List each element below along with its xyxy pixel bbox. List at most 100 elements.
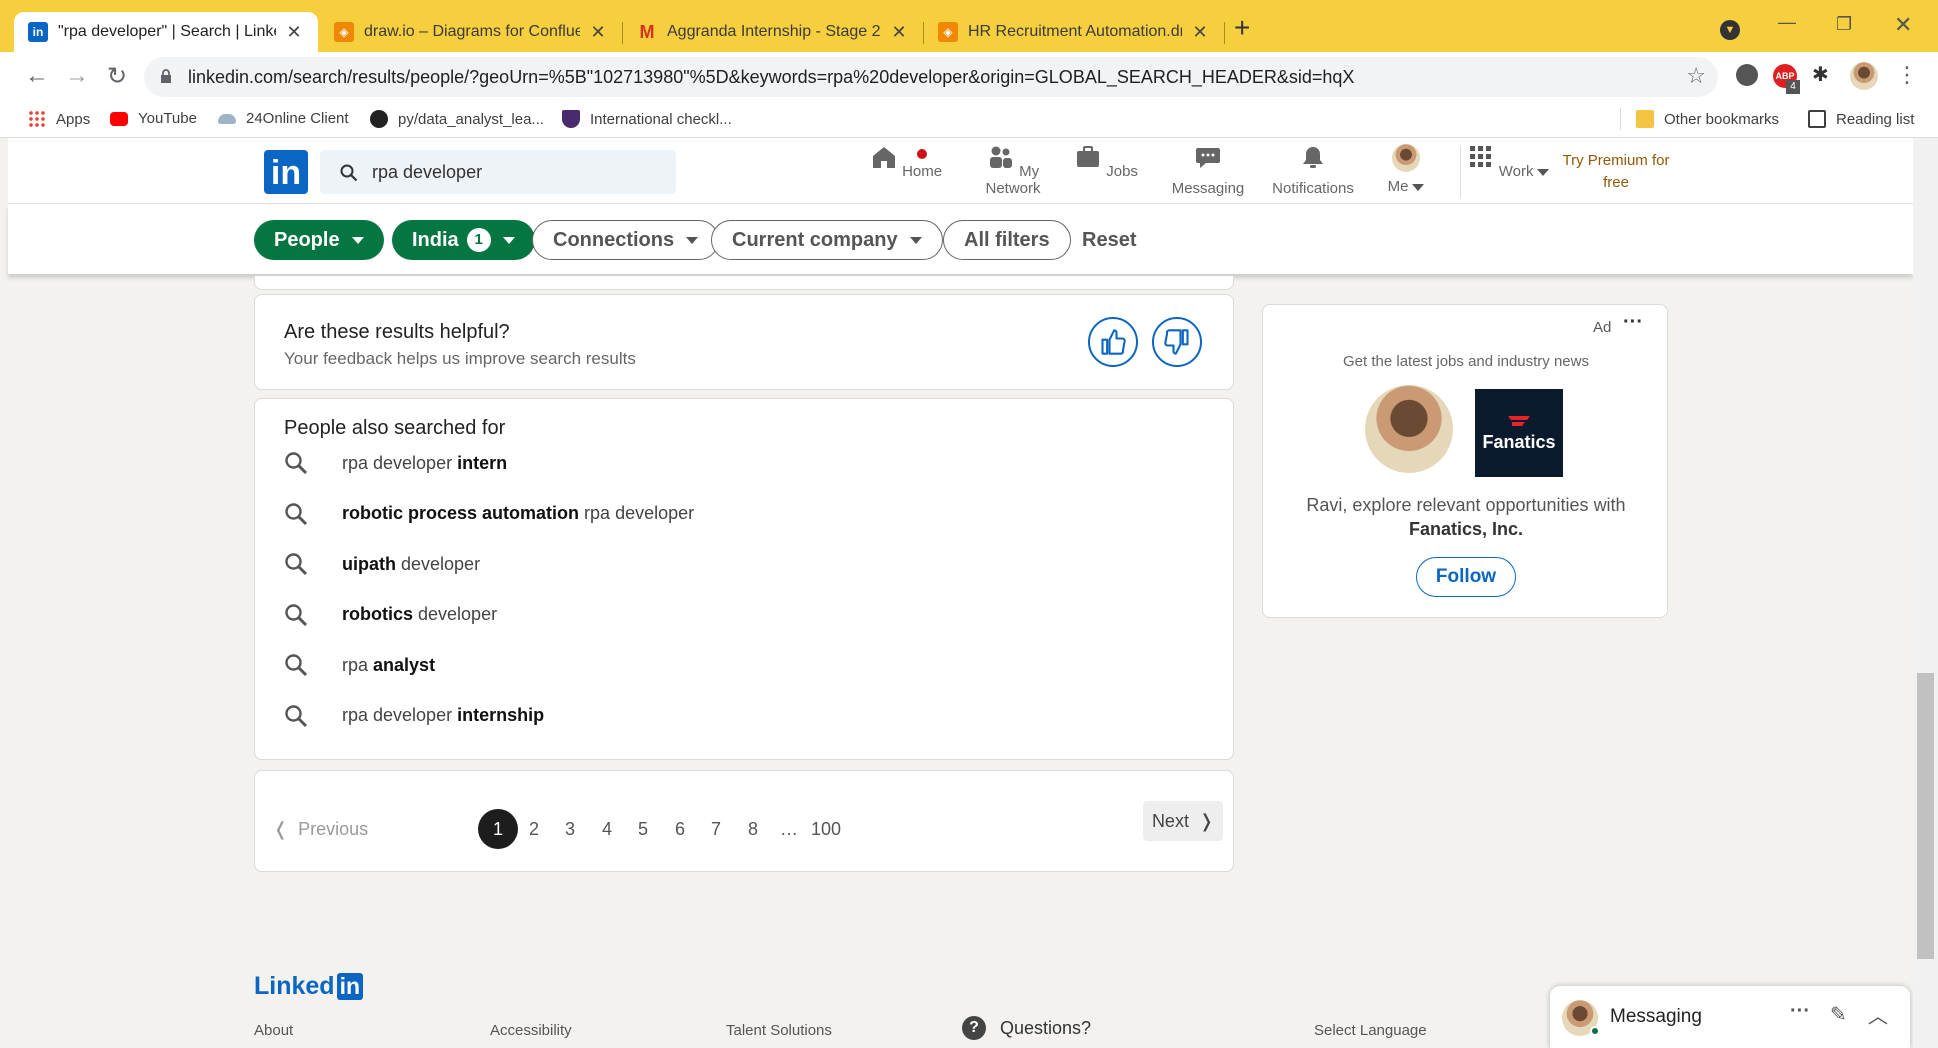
search-filters-bar: People India 1 Connections Current compan… bbox=[8, 204, 1913, 274]
restore-icon[interactable]: ❐ bbox=[1836, 14, 1852, 35]
bookmark-star-icon[interactable]: ☆ bbox=[1686, 63, 1706, 89]
address-bar[interactable]: linkedin.com/search/results/people/?geoU… bbox=[144, 57, 1718, 97]
messaging-overlay[interactable]: Messaging ··· ✎ ︿ bbox=[1550, 986, 1910, 1048]
footer-link-talent-solutions[interactable]: Talent Solutions bbox=[726, 1022, 832, 1039]
results-card-edge bbox=[254, 276, 1234, 290]
suggestion-item[interactable]: robotics developer bbox=[284, 603, 497, 627]
extensions-puzzle-icon[interactable]: ✱ bbox=[1812, 62, 1829, 87]
next-button[interactable]: Next ❭ bbox=[1143, 801, 1223, 841]
back-icon[interactable]: ← bbox=[22, 62, 52, 90]
drawio-icon: ◈ bbox=[334, 22, 354, 42]
bookmark-github[interactable]: py/data_analyst_lea... bbox=[370, 110, 544, 128]
new-tab-icon[interactable]: + bbox=[1234, 12, 1250, 44]
fanatics-flag-icon bbox=[1508, 415, 1530, 426]
lock-icon bbox=[161, 69, 171, 83]
close-window-icon[interactable]: ✕ bbox=[1894, 12, 1912, 38]
all-filters-button[interactable]: All filters bbox=[943, 220, 1071, 260]
filter-current-company[interactable]: Current company bbox=[711, 220, 943, 260]
filter-people[interactable]: People bbox=[254, 220, 384, 260]
youtube-icon bbox=[110, 111, 128, 126]
footer-linkedin-logo[interactable]: Linked in bbox=[254, 972, 364, 1001]
folder-icon bbox=[1636, 110, 1654, 128]
nav-my-network[interactable]: My Network bbox=[958, 144, 1068, 197]
page-number[interactable]: 3 bbox=[550, 809, 590, 849]
page-number[interactable]: 1 bbox=[478, 809, 518, 849]
ad-message: Ravi, explore relevant opportunities wit… bbox=[1306, 495, 1626, 515]
chevron-down-icon bbox=[909, 236, 922, 244]
close-tab-icon[interactable]: ✕ bbox=[1190, 22, 1210, 43]
reading-list[interactable]: Reading list bbox=[1808, 110, 1914, 128]
compose-icon[interactable]: ✎ bbox=[1830, 1002, 1847, 1027]
feedback-subtitle: Your feedback helps us improve search re… bbox=[284, 349, 636, 368]
bookmark-youtube[interactable]: YouTube bbox=[110, 110, 197, 127]
filter-location[interactable]: India 1 bbox=[392, 220, 535, 260]
nav-me[interactable]: Me bbox=[1356, 144, 1456, 195]
search-icon bbox=[285, 654, 308, 677]
tab-hr-recruitment-drawio[interactable]: ◈ HR Recruitment Automation.drawio ✕ bbox=[924, 12, 1224, 52]
company-logo: Fanatics bbox=[1475, 389, 1563, 477]
thumbs-down-button[interactable] bbox=[1152, 317, 1202, 367]
pagination-card: ❬ Previous 1 2 3 4 5 6 7 8 … 100 Next ❭ bbox=[254, 770, 1234, 872]
footer-link-accessibility[interactable]: Accessibility bbox=[490, 1022, 572, 1039]
suggestion-item[interactable]: rpa developer intern bbox=[284, 451, 507, 475]
filter-connections[interactable]: Connections bbox=[532, 220, 720, 260]
bookmark-24online[interactable]: 24Online Client bbox=[218, 110, 349, 127]
tab-search-icon[interactable]: ▼ bbox=[1720, 20, 1740, 40]
bookmark-international[interactable]: International checkl... bbox=[562, 110, 732, 128]
tab-linkedin-search[interactable]: in "rpa developer" | Search | LinkedIn ✕ bbox=[14, 12, 318, 52]
drawio-icon: ◈ bbox=[938, 22, 958, 42]
footer-questions[interactable]: Questions? bbox=[1000, 1018, 1091, 1039]
scrollbar-thumb[interactable] bbox=[1917, 673, 1934, 959]
forward-icon[interactable]: → bbox=[62, 62, 92, 90]
footer-link-about[interactable]: About bbox=[254, 1022, 293, 1039]
nav-work[interactable]: Work bbox=[1458, 144, 1558, 180]
reset-button[interactable]: Reset bbox=[1070, 220, 1148, 260]
more-options-icon[interactable]: ··· bbox=[1623, 311, 1643, 334]
linkedin-logo[interactable]: in bbox=[264, 150, 308, 194]
minimize-icon[interactable]: — bbox=[1778, 12, 1796, 33]
page-number[interactable]: 100 bbox=[806, 809, 846, 849]
home-icon bbox=[872, 147, 895, 168]
reload-icon[interactable]: ↻ bbox=[102, 62, 132, 91]
page-number[interactable]: 7 bbox=[696, 809, 736, 849]
close-tab-icon[interactable]: ✕ bbox=[889, 22, 909, 43]
chat-icon bbox=[1196, 148, 1220, 168]
tab-drawio-confluence[interactable]: ◈ draw.io – Diagrams for Confluence ✕ bbox=[320, 12, 622, 52]
suggestion-item[interactable]: robotic process automation rpa developer bbox=[284, 502, 694, 526]
suggestion-item[interactable]: uipath developer bbox=[284, 552, 480, 576]
chevron-up-icon[interactable]: ︿ bbox=[1868, 1000, 1888, 1029]
search-input[interactable]: rpa developer bbox=[320, 150, 676, 194]
nav-notifications[interactable]: Notifications bbox=[1258, 144, 1368, 197]
thumbs-up-button[interactable] bbox=[1088, 317, 1138, 367]
search-icon bbox=[285, 603, 308, 626]
page-number[interactable]: 8 bbox=[733, 809, 773, 849]
bookmark-apps[interactable]: Apps bbox=[28, 110, 90, 128]
page-number[interactable]: 2 bbox=[514, 809, 554, 849]
page-number[interactable]: 6 bbox=[660, 809, 700, 849]
bookmark-other[interactable]: Other bookmarks bbox=[1636, 110, 1779, 128]
nav-home[interactable]: Home bbox=[856, 144, 956, 180]
extension-icon[interactable] bbox=[1736, 64, 1758, 86]
suggestion-item[interactable]: rpa developer internship bbox=[284, 704, 544, 728]
nav-jobs[interactable]: Jobs bbox=[1056, 144, 1156, 180]
member-avatar bbox=[1365, 385, 1453, 473]
people-icon bbox=[989, 146, 1012, 168]
suggestion-item[interactable]: rpa analyst bbox=[284, 653, 435, 677]
chevron-down-icon bbox=[502, 236, 515, 244]
try-premium-link[interactable]: Try Premium for free bbox=[1556, 150, 1676, 194]
page-number[interactable]: 5 bbox=[623, 809, 663, 849]
tab-gmail-aggranda[interactable]: M Aggranda Internship - Stage 2 - ✕ bbox=[623, 12, 923, 52]
follow-button[interactable]: Follow bbox=[1416, 557, 1516, 597]
more-options-icon[interactable]: ··· bbox=[1790, 1000, 1810, 1023]
search-icon bbox=[340, 164, 358, 182]
page-number[interactable]: 4 bbox=[587, 809, 627, 849]
linkedin-icon: in bbox=[28, 22, 48, 42]
profile-avatar[interactable] bbox=[1850, 62, 1878, 90]
page-scrollbar[interactable] bbox=[1913, 138, 1938, 1048]
close-tab-icon[interactable]: ✕ bbox=[284, 22, 304, 43]
nav-messaging[interactable]: Messaging bbox=[1158, 144, 1258, 197]
apps-grid-icon bbox=[28, 110, 46, 128]
close-tab-icon[interactable]: ✕ bbox=[588, 22, 608, 43]
chrome-menu-icon[interactable]: ⋮ bbox=[1896, 62, 1918, 88]
browser-tab-strip: in "rpa developer" | Search | LinkedIn ✕… bbox=[0, 0, 1938, 52]
